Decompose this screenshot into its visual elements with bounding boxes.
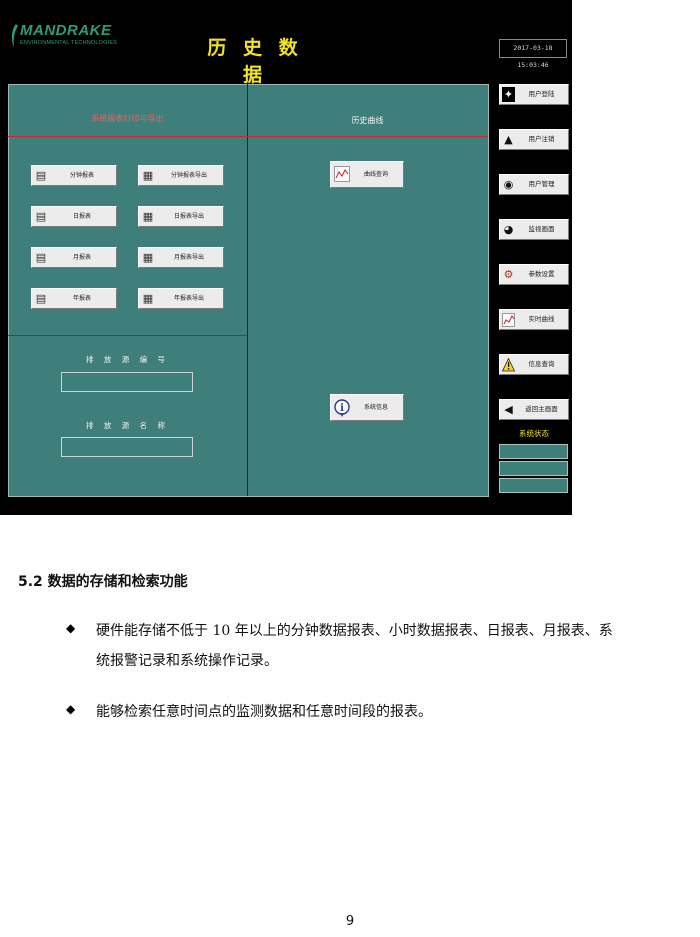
status-indicator	[499, 461, 568, 476]
button-label: 分钟报表	[69, 172, 94, 179]
monthly-report-button[interactable]: ▤ 月报表	[31, 247, 117, 268]
panel-divider	[247, 84, 248, 496]
system-status-label: 系统状态	[519, 429, 549, 438]
daily-report-button[interactable]: ▤ 日报表	[31, 206, 117, 227]
sidebar-item-realtime-curve[interactable]: 实时曲线	[499, 309, 569, 330]
button-label: 日报表	[72, 213, 91, 220]
status-indicator	[499, 444, 568, 459]
sidebar-item-login[interactable]: ✦ 用户登陆	[499, 84, 569, 105]
section-heading: 5.2 数据的存储和检索功能	[18, 574, 188, 590]
section-divider-red	[8, 136, 488, 137]
button-label: 日报表导出	[173, 213, 204, 220]
export-icon: ▦	[142, 251, 154, 264]
sidebar-item-logout[interactable]: ▲ 用户注销	[499, 129, 569, 150]
bullet-paragraph: 硬件能存储不低于 10 年以上的分钟数据报表、小时数据报表、日报表、月报表、系 …	[96, 616, 696, 676]
source-number-field[interactable]	[61, 372, 193, 392]
yearly-report-export-button[interactable]: ▦ 年报表导出	[138, 288, 224, 309]
button-label: 曲线查询	[363, 171, 388, 178]
bullet-diamond-icon: ◆	[66, 702, 76, 716]
button-label: 分钟报表导出	[170, 172, 207, 179]
sidebar-item-user-management[interactable]: ◉ 用户管理	[499, 174, 569, 195]
chart-icon	[502, 313, 515, 327]
bullet-diamond-icon: ◆	[66, 621, 76, 635]
settings-icon: ⚙	[503, 268, 514, 281]
button-label: 系统信息	[363, 404, 388, 411]
report-icon: ▤	[35, 251, 47, 264]
info-icon: i	[334, 399, 350, 417]
logo-text: MANDRAKE	[20, 22, 112, 39]
hmi-screenshot: MANDRAKE ENVIRONMENTAL TECHNOLOGIES 历 史 …	[0, 0, 572, 515]
binoculars-icon: ◕	[503, 223, 514, 236]
sidebar-item-label: 参数设置	[528, 270, 555, 278]
warning-icon	[502, 358, 515, 372]
sidebar-item-label: 返回主画面	[525, 405, 558, 413]
yearly-report-button[interactable]: ▤ 年报表	[31, 288, 117, 309]
report-icon: ▤	[35, 292, 47, 305]
report-icon: ▤	[35, 169, 47, 182]
monthly-report-export-button[interactable]: ▦ 月报表导出	[138, 247, 224, 268]
section-divider-blue	[8, 335, 247, 336]
export-icon: ▦	[142, 292, 154, 305]
screen-title: 历 史 数 据	[207, 37, 303, 86]
curve-section-title: 历史曲线	[351, 116, 384, 125]
back-arrow-icon: ◀	[504, 403, 513, 416]
sidebar-item-label: 用户管理	[528, 180, 555, 188]
report-icon: ▤	[35, 210, 47, 223]
sidebar-item-label: 实时曲线	[528, 315, 555, 323]
source-name-field[interactable]	[61, 437, 193, 457]
logo-leaf-icon	[11, 24, 18, 48]
export-icon: ▦	[142, 169, 154, 182]
user-manage-icon: ◉	[503, 178, 514, 191]
sidebar-item-monitor[interactable]: ◕ 监视画面	[499, 219, 569, 240]
button-label: 年报表导出	[173, 295, 204, 302]
system-info-button[interactable]: i 系统信息	[330, 394, 404, 421]
sidebar-item-label: 用户注销	[528, 135, 555, 143]
sidebar-item-label: 用户登陆	[528, 90, 555, 98]
report-section-title: 系统报表打印与导出	[91, 114, 164, 123]
source-number-label: 排 放 源 编 号	[85, 355, 170, 364]
daily-report-export-button[interactable]: ▦ 日报表导出	[138, 206, 224, 227]
sidebar-item-label: 信息查询	[528, 360, 555, 368]
source-name-label: 排 放 源 名 称	[85, 421, 170, 430]
page-number: 9	[345, 914, 355, 929]
svg-text:i: i	[340, 403, 344, 414]
status-indicator	[499, 478, 568, 493]
button-label: 月报表导出	[173, 254, 204, 261]
curve-query-button[interactable]: 曲线查询	[330, 161, 404, 188]
sidebar-item-parameters[interactable]: ⚙ 参数设置	[499, 264, 569, 285]
logo-tagline: ENVIRONMENTAL TECHNOLOGIES	[20, 40, 118, 46]
sidebar-item-label: 监视画面	[528, 225, 555, 233]
paragraph-line: 统报警记录和系统操作记录。	[96, 653, 278, 669]
paragraph-line: 能够检索任意时间点的监测数据和任意时间段的报表。	[96, 704, 432, 720]
datetime-display: 2017-03-18 15:03:46	[499, 39, 567, 69]
minute-report-export-button[interactable]: ▦ 分钟报表导出	[138, 165, 224, 186]
minute-report-button[interactable]: ▤ 分钟报表	[31, 165, 117, 186]
sidebar-item-info-query[interactable]: 信息查询	[499, 354, 569, 375]
button-label: 月报表	[72, 254, 91, 261]
bullet-paragraph: 能够检索任意时间点的监测数据和任意时间段的报表。	[96, 697, 696, 727]
export-icon: ▦	[142, 210, 154, 223]
exit-person-icon: ▲	[504, 133, 513, 146]
sidebar-item-home[interactable]: ◀ 返回主画面	[499, 399, 569, 420]
button-label: 年报表	[72, 295, 91, 302]
paragraph-line: 硬件能存储不低于 10 年以上的分钟数据报表、小时数据报表、日报表、月报表、系	[96, 623, 613, 639]
curve-chart-icon	[334, 166, 350, 182]
walking-person-icon: ✦	[502, 87, 515, 102]
